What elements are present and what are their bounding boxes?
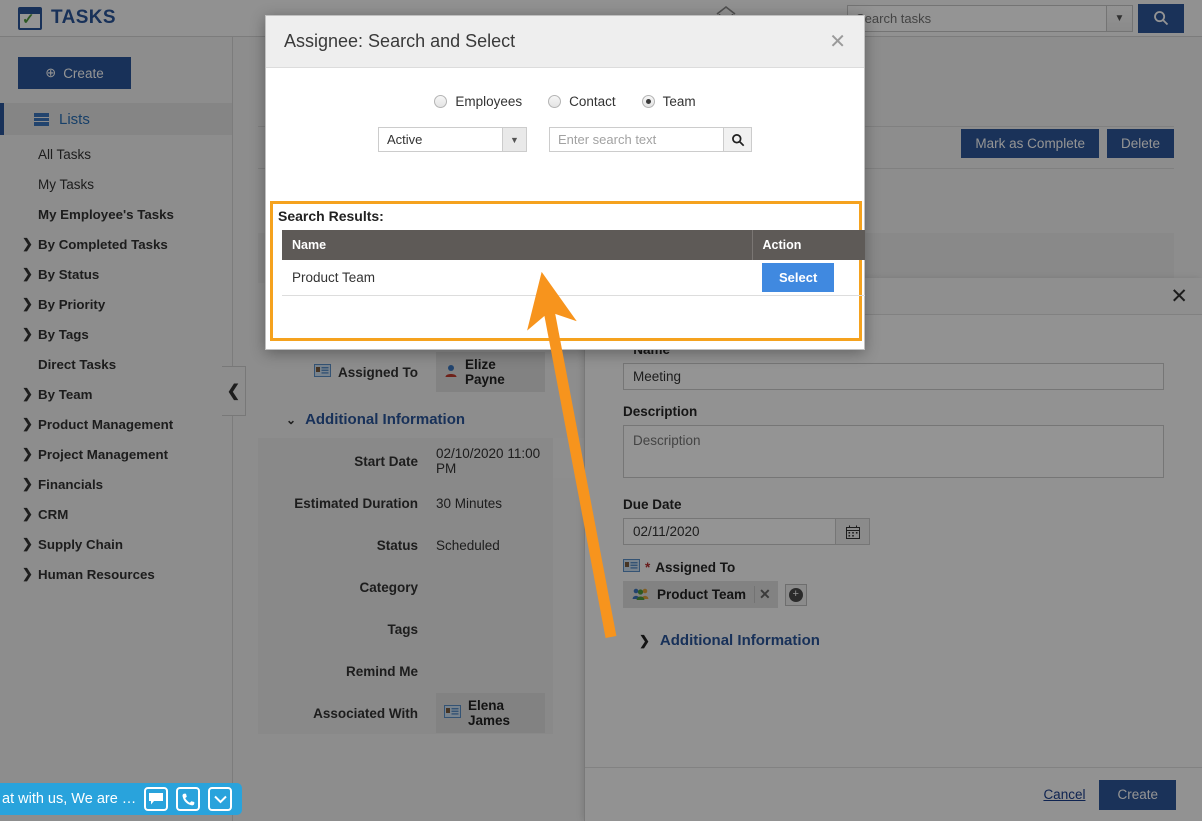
phone-icon[interactable] <box>176 787 201 811</box>
dialog-search-button[interactable] <box>724 127 752 152</box>
dialog-filter-row: Active ▼ <box>266 127 864 152</box>
radio-team-label: Team <box>662 94 696 109</box>
search-results-label: Search Results: <box>278 208 384 224</box>
chat-widget-text: at with us, We are … <box>2 791 137 807</box>
chat-bubble-icon[interactable] <box>144 787 169 811</box>
table-header-row: Name Action <box>282 230 865 260</box>
table-row[interactable]: Product Team Select <box>282 260 865 296</box>
dialog-search-input[interactable] <box>549 127 724 152</box>
radio-employees-label: Employees <box>455 94 523 109</box>
screen-root: TASKS ▼ ⊕ Create <box>0 0 1202 821</box>
radio-contact[interactable]: Contact <box>548 94 616 109</box>
radio-selected-icon <box>641 95 655 108</box>
chat-widget[interactable]: at with us, We are … <box>0 783 243 815</box>
chevron-down-icon[interactable] <box>208 787 233 811</box>
dialog-title: Assignee: Search and Select <box>284 31 516 51</box>
assignee-search-dialog: Assignee: Search and Select ✕ Employees … <box>265 15 865 350</box>
radio-team[interactable]: Team <box>641 94 696 109</box>
chevron-down-icon[interactable]: ▼ <box>503 127 527 152</box>
column-header-action: Action <box>751 230 865 260</box>
radio-icon <box>548 95 562 108</box>
dialog-search <box>549 127 752 152</box>
close-icon[interactable]: ✕ <box>829 29 846 54</box>
cell-action: Select <box>752 260 865 296</box>
search-results-highlight: Search Results: Name Action Product Team… <box>270 201 865 341</box>
column-header-name: Name <box>282 230 752 260</box>
radio-employees[interactable]: Employees <box>434 94 522 109</box>
cell-name: Product Team <box>282 260 752 296</box>
status-filter-value: Active <box>378 127 503 152</box>
dialog-header: Assignee: Search and Select ✕ <box>266 16 864 68</box>
dialog-body: Employees Contact Team Active ▼ Enter se… <box>266 68 865 351</box>
status-filter-select[interactable]: Active ▼ <box>378 127 527 152</box>
radio-contact-label: Contact <box>569 94 616 109</box>
select-button[interactable]: Select <box>762 263 835 292</box>
assignee-type-radio-group: Employees Contact Team <box>266 94 864 109</box>
search-results-table: Name Action Product Team Select <box>282 230 865 296</box>
radio-icon <box>434 95 448 108</box>
